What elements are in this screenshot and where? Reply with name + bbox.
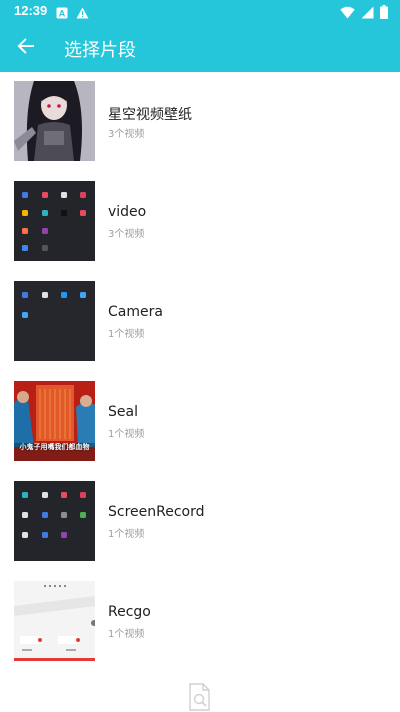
album-thumbnail [14, 281, 95, 361]
album-list: 星空视频壁纸 3个视频 video 3个视频 Camera 1个视频 小鬼子用嘴… [0, 72, 400, 672]
album-name: 星空视频壁纸 [108, 107, 192, 123]
album-thumbnail [14, 581, 95, 661]
album-name: Camera [108, 304, 163, 320]
album-name: ScreenRecord [108, 504, 205, 520]
status-bar: 12:39 A [0, 0, 400, 24]
warning-icon [76, 4, 89, 23]
album-thumbnail [14, 181, 95, 261]
back-button[interactable] [8, 30, 44, 66]
album-count: 1个视频 [108, 329, 145, 340]
album-count: 3个视频 [108, 229, 145, 240]
album-item-screenrecord[interactable]: ScreenRecord 1个视频 [0, 472, 400, 572]
album-thumbnail [14, 481, 95, 561]
svg-text:A: A [59, 9, 66, 19]
app-bar: 选择片段 [0, 24, 400, 72]
album-count: 3个视频 [108, 129, 145, 140]
page-title: 选择片段 [64, 40, 136, 61]
album-thumbnail: 小鬼子用嘴我们都血物 [14, 381, 95, 461]
seal-thumb-caption: 小鬼子用嘴我们都血物 [19, 443, 90, 451]
signal-icon [361, 4, 374, 23]
album-name: video [108, 204, 147, 220]
album-name: Seal [108, 404, 138, 420]
album-count: 1个视频 [108, 529, 145, 540]
album-name: Recgo [108, 604, 151, 620]
arrow-left-icon [17, 37, 35, 59]
document-search-icon [187, 683, 213, 712]
album-count: 1个视频 [108, 429, 145, 440]
album-item-starry-wallpaper[interactable]: 星空视频壁纸 3个视频 [0, 72, 400, 172]
album-item-camera[interactable]: Camera 1个视频 [0, 272, 400, 372]
album-thumbnail [14, 81, 95, 161]
album-item-video[interactable]: video 3个视频 [0, 172, 400, 272]
a-box-icon: A [56, 4, 68, 23]
album-item-seal[interactable]: 小鬼子用嘴我们都血物 Seal 1个视频 [0, 372, 400, 472]
status-time: 12:39 [14, 3, 48, 18]
album-item-recgo[interactable]: Recgo 1个视频 [0, 572, 400, 672]
wifi-icon [340, 4, 355, 23]
battery-icon [380, 4, 388, 23]
album-count: 1个视频 [108, 629, 145, 640]
